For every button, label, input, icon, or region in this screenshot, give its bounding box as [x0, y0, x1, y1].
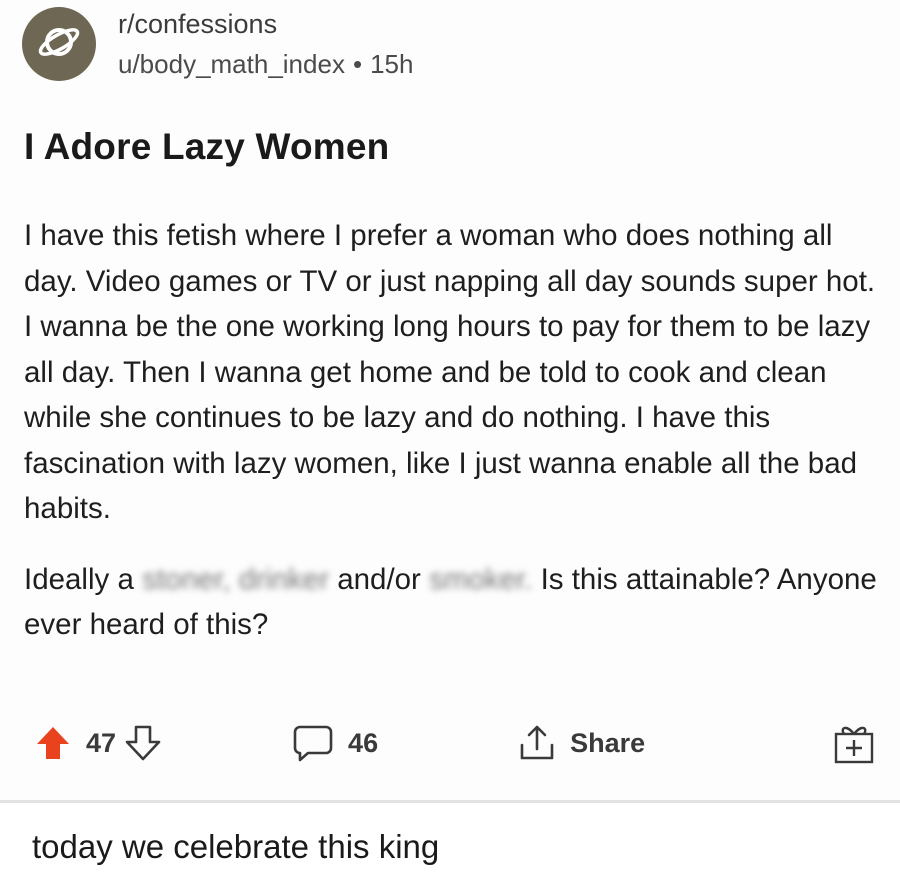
speech-bubble-icon [292, 724, 334, 762]
blurred-text: stoner, drinker [142, 562, 330, 596]
post-meta: r/confessions u/body_math_index • 15h [118, 7, 413, 81]
post-body: I have this fetish where I prefer a woma… [24, 213, 884, 648]
separator-dot: • [352, 49, 363, 79]
downvote-arrow-icon[interactable] [124, 724, 162, 762]
body-text-start: Ideally a [24, 562, 134, 596]
body-paragraph-1: I have this fetish where I prefer a woma… [24, 219, 876, 525]
planet-icon [35, 18, 83, 71]
subreddit-name[interactable]: r/confessions [118, 7, 413, 41]
share-button[interactable]: Share [518, 723, 645, 763]
divider [0, 800, 900, 803]
share-arrow-icon [518, 723, 556, 763]
username[interactable]: u/body_math_index [118, 49, 345, 79]
upvote-arrow-icon[interactable] [34, 724, 72, 762]
body-paragraph-2: Ideally a stoner, drinker and/or smoker.… [24, 557, 884, 648]
subreddit-avatar[interactable] [22, 7, 96, 81]
vote-count: 47 [86, 727, 117, 758]
vote-control: 47 [34, 724, 162, 762]
comments-button[interactable]: 46 [292, 724, 378, 762]
share-label: Share [570, 727, 646, 758]
blurred-text-2: smoker. [429, 562, 533, 596]
post-title[interactable]: I Adore Lazy Women [24, 126, 389, 168]
caption-text: today we celebrate this king [32, 828, 440, 865]
post-header: r/confessions u/body_math_index • 15h [22, 4, 413, 84]
gift-award-icon[interactable] [832, 720, 876, 766]
user-line: u/body_math_index • 15h [118, 47, 413, 81]
action-bar: 47 46 Share [34, 718, 884, 768]
post-card: r/confessions u/body_math_index • 15h I Ad… [0, 0, 900, 800]
comment-count: 46 [348, 727, 379, 758]
post-age: 15h [370, 49, 414, 79]
body-text-middle: and/or [337, 562, 421, 596]
